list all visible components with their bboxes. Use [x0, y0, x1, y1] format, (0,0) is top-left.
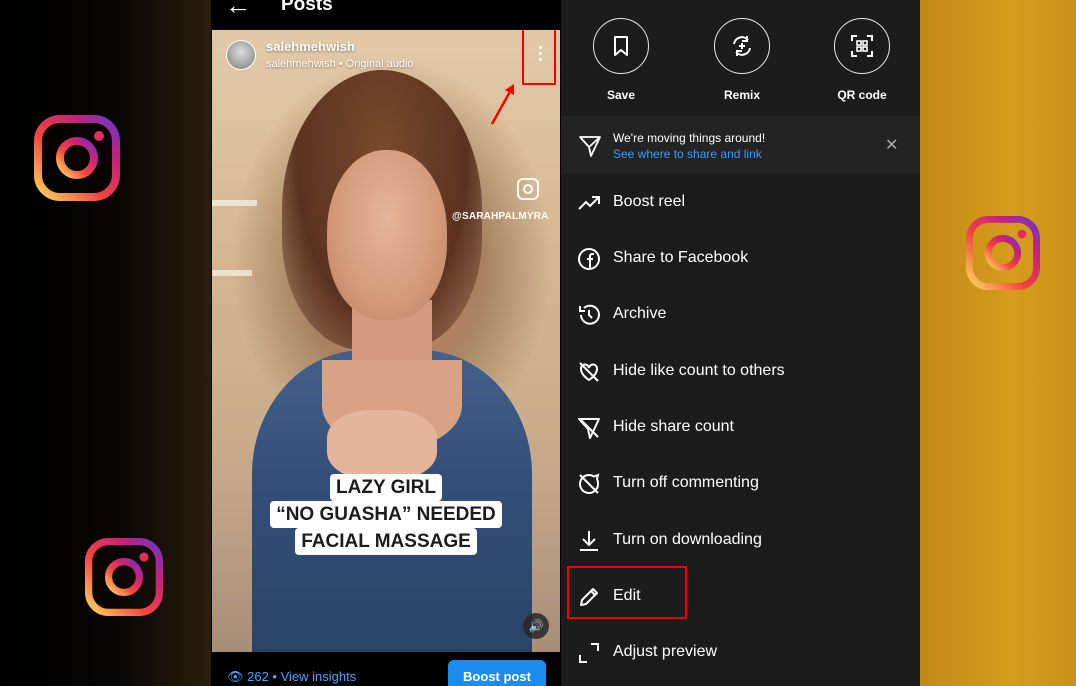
menu-item-share-to-facebook[interactable]: Share to Facebook	[561, 234, 920, 284]
caption-line: LAZY GIRL	[330, 474, 442, 501]
speaker-icon: 🔊	[528, 619, 544, 633]
menu-item-label: Hide like count to others	[613, 362, 785, 379]
video-person-hand	[327, 410, 437, 480]
notice-title: We're moving things around!	[613, 131, 766, 145]
archive-history-icon	[579, 304, 600, 325]
qr-code-icon	[834, 18, 890, 74]
menu-item-boost-reel[interactable]: Boost reel	[561, 178, 920, 228]
crop-corners-icon	[579, 643, 599, 663]
quick-action-label: QR code	[837, 88, 887, 102]
options-sheet: Save Remix QR code We're moving things a…	[561, 0, 920, 686]
sound-toggle-button[interactable]: 🔊	[523, 613, 549, 639]
quick-action-label: Remix	[723, 88, 761, 102]
menu-item-label: Hide share count	[613, 418, 734, 435]
back-arrow-icon[interactable]: ←	[225, 0, 251, 18]
background-shelf	[212, 200, 257, 206]
top-bar: ← Posts	[211, 0, 561, 30]
instagram-watermark-icon	[517, 178, 539, 200]
send-icon	[579, 136, 601, 157]
menu-item-label: Adjust preview	[613, 643, 718, 660]
background-shelf	[212, 270, 252, 276]
quick-action-label: Save	[606, 88, 636, 102]
heart-off-icon	[579, 362, 599, 382]
right-background	[920, 0, 1076, 686]
moving-things-notice: We're moving things around! See where to…	[561, 116, 920, 174]
quick-action-save[interactable]: Save	[581, 18, 661, 102]
trending-up-icon	[578, 196, 600, 210]
quick-action-qr-code[interactable]: QR code	[822, 18, 902, 102]
menu-item-hide-like-count[interactable]: Hide like count to others	[561, 347, 920, 397]
download-icon	[580, 531, 598, 551]
menu-item-hide-share-count[interactable]: Hide share count	[561, 403, 920, 453]
close-icon[interactable]: ✕	[885, 135, 898, 155]
instagram-logo-icon	[34, 115, 120, 201]
menu-item-label: Share to Facebook	[613, 249, 749, 266]
caption-line: “NO GUASHA” NEEDED	[270, 501, 502, 528]
reel-video[interactable]: salehmehwish salehmehwish • Original aud…	[212, 30, 560, 652]
facebook-icon	[578, 248, 600, 270]
more-options-button[interactable]	[522, 30, 556, 85]
remix-icon	[714, 18, 770, 74]
comment-off-icon	[579, 473, 600, 494]
caption-line: FACIAL MASSAGE	[295, 528, 477, 555]
boost-post-button[interactable]: Boost post	[448, 660, 546, 686]
menu-item-turn-on-downloading[interactable]: Turn on downloading	[561, 516, 920, 566]
send-off-icon	[578, 418, 600, 439]
video-watermark: @SARAHPALMYRA	[452, 211, 549, 222]
page-title: Posts	[281, 0, 333, 15]
menu-item-label: Archive	[613, 305, 667, 322]
post-audio-subtitle[interactable]: salehmehwish • Original audio	[266, 58, 414, 70]
bookmark-icon	[593, 18, 649, 74]
view-insights-link[interactable]: 👁 262 • View insights	[227, 669, 356, 685]
red-arrow-annotation-icon	[490, 84, 514, 125]
menu-item-turn-off-commenting[interactable]: Turn off commenting	[561, 459, 920, 509]
avatar[interactable]	[226, 40, 256, 70]
video-caption: LAZY GIRL “NO GUASHA” NEEDED FACIAL MASS…	[212, 474, 560, 555]
menu-item-label: Boost reel	[613, 193, 686, 210]
edit-highlight-annotation	[567, 566, 687, 619]
menu-item-archive[interactable]: Archive	[561, 290, 920, 340]
quick-action-remix[interactable]: Remix	[702, 18, 782, 102]
menu-item-adjust-preview[interactable]: Adjust preview	[561, 628, 920, 678]
kebab-menu-icon	[539, 46, 543, 64]
reel-post-screen: ← Posts salehmehwish salehmehwish • Orig…	[211, 0, 561, 686]
share-link-link[interactable]: See where to share and link	[613, 147, 762, 161]
menu-item-label: Turn off commenting	[613, 474, 759, 491]
instagram-logo-icon	[85, 538, 163, 616]
post-username[interactable]: salehmehwish	[266, 39, 355, 54]
instagram-logo-icon	[966, 216, 1040, 290]
video-person-face	[327, 150, 447, 320]
menu-item-label: Turn on downloading	[613, 531, 762, 548]
